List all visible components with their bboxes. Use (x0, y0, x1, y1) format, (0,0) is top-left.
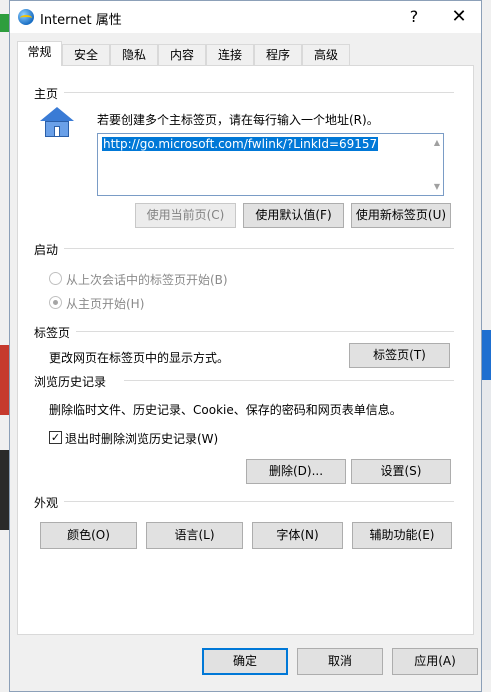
fonts-button[interactable]: 字体(N) (252, 522, 343, 549)
tabs-description: 更改网页在标签页中的显示方式。 (49, 351, 230, 365)
tab-privacy[interactable]: 隐私 (110, 44, 158, 65)
tabs-section-title: 标签页 (34, 326, 71, 340)
startup-section-title: 启动 (34, 243, 59, 257)
languages-button[interactable]: 语言(L) (146, 522, 243, 549)
startup-last-session-radio[interactable] (49, 272, 62, 285)
ok-button[interactable]: 确定 (202, 648, 288, 675)
scroll-up-icon[interactable]: ▲ (434, 138, 440, 147)
delete-on-exit-label: 退出时删除浏览历史记录(W) (65, 432, 219, 446)
section-divider (64, 92, 454, 93)
home-icon (40, 107, 74, 137)
internet-options-dialog: Internet 属性 ? ✕ 常规 安全 隐私 内容 连接 程序 高级 主页 … (9, 0, 482, 692)
startup-last-session-label: 从上次会话中的标签页开始(B) (66, 273, 228, 287)
use-current-button[interactable]: 使用当前页(C) (135, 203, 236, 228)
startup-home-label: 从主页开始(H) (66, 297, 145, 311)
tabs-settings-button[interactable]: 标签页(T) (349, 343, 450, 368)
background-window-strip-left (0, 0, 9, 692)
appearance-section-title: 外观 (34, 496, 59, 510)
window-title: Internet 属性 (40, 13, 122, 28)
general-tab-panel: 主页 若要创建多个主标签页，请在每行输入一个地址(R)。 http://go.m… (17, 65, 474, 635)
internet-explorer-icon (18, 9, 34, 25)
tab-general[interactable]: 常规 (17, 41, 62, 66)
homepage-description: 若要创建多个主标签页，请在每行输入一个地址(R)。 (97, 113, 379, 127)
section-divider (124, 380, 454, 381)
history-section-title: 浏览历史记录 (34, 375, 107, 389)
delete-history-button[interactable]: 删除(D)... (246, 459, 346, 484)
section-divider (64, 248, 454, 249)
accessibility-button[interactable]: 辅助功能(E) (352, 522, 452, 549)
colors-button[interactable]: 颜色(O) (40, 522, 137, 549)
background-window-strip-right (481, 330, 491, 670)
history-description: 删除临时文件、历史记录、Cookie、保存的密码和网页表单信息。 (49, 403, 402, 417)
use-new-tab-button[interactable]: 使用新标签页(U) (351, 203, 451, 228)
help-button[interactable]: ? (392, 1, 436, 33)
section-divider (76, 331, 454, 332)
use-default-button[interactable]: 使用默认值(F) (243, 203, 344, 228)
homepage-url-text: http://go.microsoft.com/fwlink/?LinkId=6… (102, 137, 379, 151)
startup-home-radio[interactable] (49, 296, 62, 309)
close-button[interactable]: ✕ (437, 1, 481, 33)
tab-content[interactable]: 内容 (158, 44, 206, 65)
tab-programs[interactable]: 程序 (254, 44, 302, 65)
delete-on-exit-checkbox[interactable]: ✓ (49, 431, 62, 444)
apply-button[interactable]: 应用(A) (392, 648, 478, 675)
title-bar[interactable]: Internet 属性 ? ✕ (10, 1, 481, 33)
tab-advanced[interactable]: 高级 (302, 44, 350, 65)
history-settings-button[interactable]: 设置(S) (351, 459, 451, 484)
homepage-url-input[interactable]: http://go.microsoft.com/fwlink/?LinkId=6… (97, 133, 444, 196)
cancel-button[interactable]: 取消 (297, 648, 383, 675)
scroll-down-icon[interactable]: ▼ (434, 182, 440, 191)
tab-security[interactable]: 安全 (62, 44, 110, 65)
section-divider (64, 501, 454, 502)
homepage-section-title: 主页 (34, 87, 59, 101)
tab-connections[interactable]: 连接 (206, 44, 254, 65)
